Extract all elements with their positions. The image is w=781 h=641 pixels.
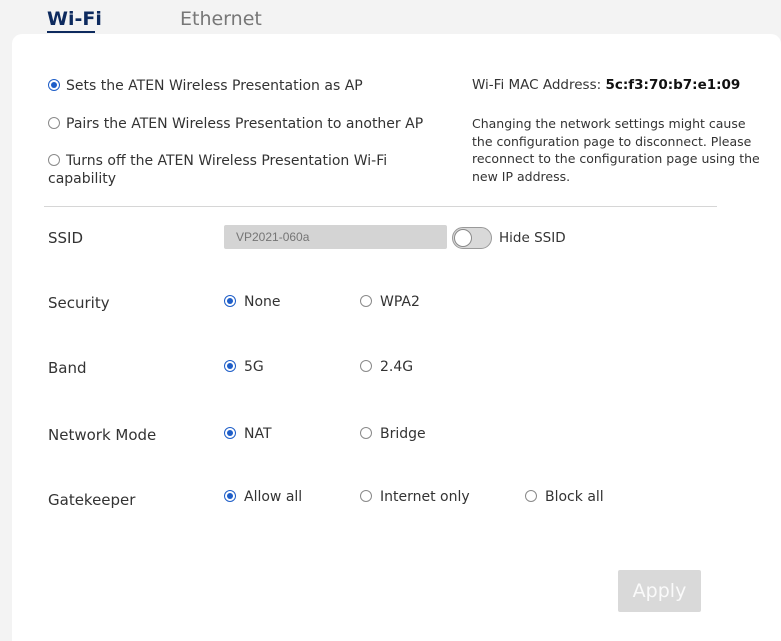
ssid-label: SSID: [48, 229, 84, 247]
active-tab-indicator: [47, 31, 95, 33]
security-none-label: None: [244, 294, 281, 310]
security-wpa2-label: WPA2: [380, 294, 420, 310]
tab-wifi[interactable]: Wi-Fi: [47, 8, 102, 30]
network-mode-label: Network Mode: [48, 426, 157, 444]
wifi-mode-off-label: Turns off the ATEN Wireless Presentation…: [48, 153, 388, 187]
radio-unchecked-icon[interactable]: [360, 294, 372, 307]
hide-ssid-label: Hide SSID: [499, 230, 566, 246]
wifi-mode-off-option[interactable]: Turns off the ATEN Wireless Presentation…: [48, 152, 428, 188]
security-option-wpa2[interactable]: WPA2: [360, 293, 420, 311]
radio-checked-icon[interactable]: [224, 359, 236, 372]
band-label: Band: [48, 359, 87, 377]
gatekeeper-label: Gatekeeper: [48, 491, 136, 509]
mac-address-label: Wi-Fi MAC Address:: [472, 77, 602, 93]
gatekeeper-option-internet-only[interactable]: Internet only: [360, 488, 470, 506]
radio-unchecked-icon[interactable]: [360, 359, 372, 372]
network-mode-bridge-label: Bridge: [380, 426, 426, 442]
toggle-knob: [454, 229, 472, 247]
band-option-24g[interactable]: 2.4G: [360, 358, 413, 376]
mac-address-value: 5c:f3:70:b7:e1:09: [605, 77, 741, 93]
apply-button[interactable]: Apply: [618, 570, 701, 612]
divider: [44, 206, 717, 207]
settings-warning-note: Changing the network settings might caus…: [472, 116, 760, 184]
gatekeeper-internet-only-label: Internet only: [380, 489, 470, 505]
radio-unchecked-icon[interactable]: [48, 116, 60, 129]
radio-checked-icon[interactable]: [224, 489, 236, 502]
mac-address: Wi-Fi MAC Address: 5c:f3:70:b7:e1:09: [472, 77, 740, 93]
radio-checked-icon[interactable]: [48, 78, 60, 91]
tab-ethernet[interactable]: Ethernet: [180, 8, 262, 30]
gatekeeper-block-all-label: Block all: [545, 489, 604, 505]
network-mode-option-nat[interactable]: NAT: [224, 425, 272, 443]
wifi-mode-ap-label: Sets the ATEN Wireless Presentation as A…: [66, 78, 363, 94]
security-option-none[interactable]: None: [224, 293, 281, 311]
radio-unchecked-icon[interactable]: [525, 489, 537, 502]
ssid-input[interactable]: [224, 225, 447, 249]
radio-checked-icon[interactable]: [224, 426, 236, 439]
gatekeeper-allow-all-label: Allow all: [244, 489, 303, 505]
band-5g-label: 5G: [244, 359, 264, 375]
radio-unchecked-icon[interactable]: [360, 426, 372, 439]
band-option-5g[interactable]: 5G: [224, 358, 264, 376]
wifi-mode-ap-option[interactable]: Sets the ATEN Wireless Presentation as A…: [48, 77, 363, 95]
network-mode-nat-label: NAT: [244, 426, 272, 442]
wifi-mode-client-option[interactable]: Pairs the ATEN Wireless Presentation to …: [48, 115, 423, 133]
network-mode-option-bridge[interactable]: Bridge: [360, 425, 426, 443]
security-label: Security: [48, 294, 110, 312]
hide-ssid-toggle[interactable]: [452, 227, 492, 249]
wifi-settings-panel: Sets the ATEN Wireless Presentation as A…: [12, 34, 781, 641]
radio-checked-icon[interactable]: [224, 294, 236, 307]
band-24g-label: 2.4G: [380, 359, 414, 375]
radio-unchecked-icon[interactable]: [48, 153, 60, 166]
gatekeeper-option-block-all[interactable]: Block all: [525, 488, 604, 506]
wifi-mode-client-label: Pairs the ATEN Wireless Presentation to …: [66, 116, 424, 132]
gatekeeper-option-allow-all[interactable]: Allow all: [224, 488, 302, 506]
radio-unchecked-icon[interactable]: [360, 489, 372, 502]
